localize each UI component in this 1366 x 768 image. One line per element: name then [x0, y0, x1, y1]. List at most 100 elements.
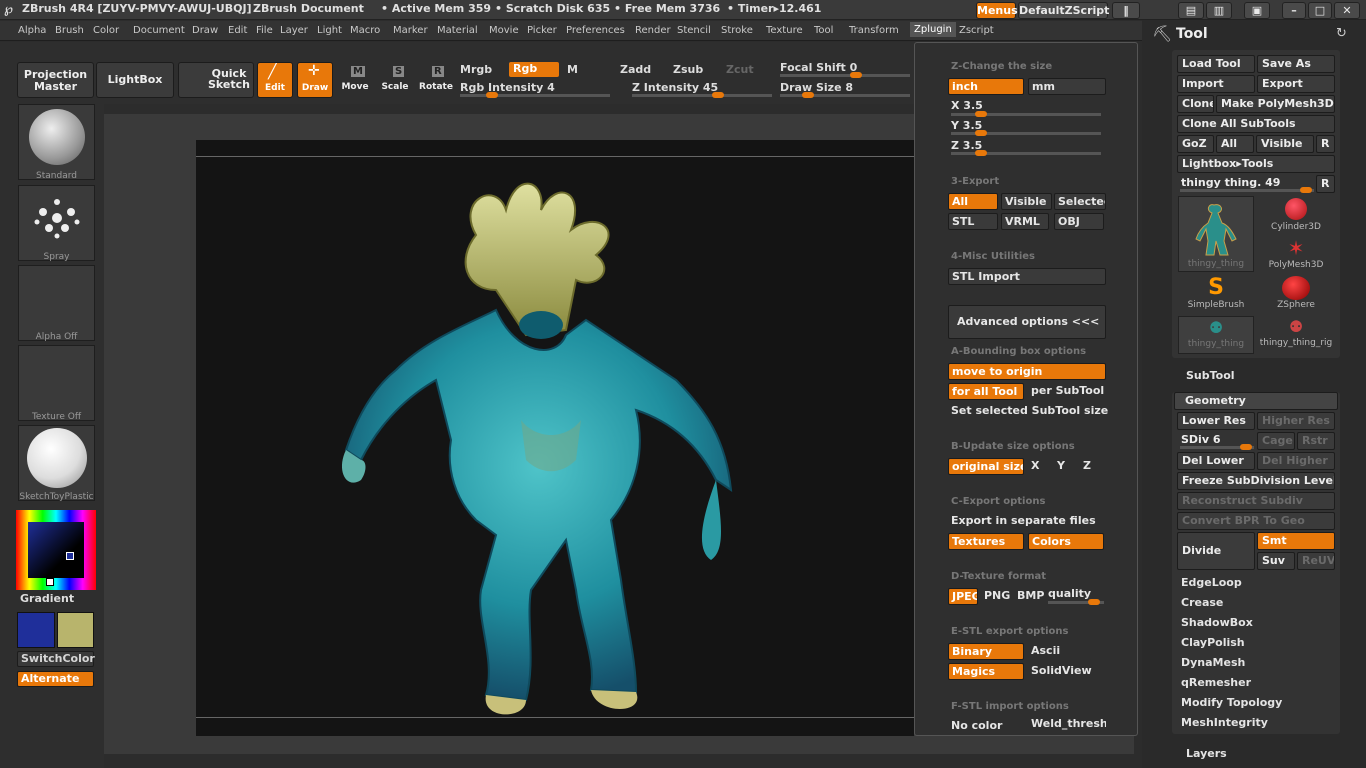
smt-button[interactable]: Smt — [1257, 532, 1335, 550]
meshintegrity-item[interactable]: MeshIntegrity — [1181, 716, 1268, 729]
tool-thumb-thingy-2[interactable]: ⚉ thingy_thing — [1178, 316, 1254, 354]
menu-draw[interactable]: Draw — [192, 25, 218, 36]
no-color-button[interactable]: No color — [948, 718, 1024, 735]
menu-texture[interactable]: Texture — [766, 25, 803, 36]
update-z-button[interactable]: Z — [1080, 458, 1104, 475]
freeze-subdivision-button[interactable]: Freeze SubDivision Levels — [1177, 472, 1335, 490]
projection-master-button[interactable]: Projection Master — [17, 62, 94, 98]
menu-material[interactable]: Material — [437, 25, 478, 36]
alternate-button[interactable]: Alternate — [17, 671, 94, 687]
move-to-origin-button[interactable]: move to origin — [948, 363, 1106, 380]
stl-import-button[interactable]: STL Import — [948, 268, 1106, 285]
menus-button[interactable]: Menus — [976, 2, 1018, 19]
modify-topology-item[interactable]: Modify Topology — [1181, 696, 1282, 709]
export-separate-files-button[interactable]: Export in separate files — [948, 513, 1106, 530]
weld-threshold-slider[interactable]: Weld_threshold — [1028, 716, 1106, 733]
obj-button[interactable]: OBJ — [1054, 213, 1104, 230]
claypolish-item[interactable]: ClayPolish — [1181, 636, 1245, 649]
quality-slider-track[interactable] — [1048, 599, 1104, 605]
qremesher-item[interactable]: qRemesher — [1181, 676, 1251, 689]
export-button[interactable]: Export — [1257, 75, 1335, 93]
colors-button[interactable]: Colors — [1028, 533, 1104, 550]
mrgb-button[interactable]: Mrgb — [460, 63, 492, 76]
sdiv-slider-track[interactable] — [1180, 444, 1254, 450]
menu-zscript[interactable]: Zscript — [959, 25, 994, 36]
menu-macro[interactable]: Macro — [350, 25, 380, 36]
make-polymesh-button[interactable]: Make PolyMesh3D — [1216, 95, 1335, 113]
document-canvas[interactable] — [196, 140, 914, 736]
menu-light[interactable]: Light — [317, 25, 342, 36]
tool-thumb-thingy[interactable]: thingy_thing — [1178, 196, 1254, 272]
quick-sketch-button[interactable]: Quick Sketch — [178, 62, 254, 98]
goz-button[interactable]: GoZ — [1177, 135, 1214, 153]
mm-button[interactable]: mm — [1028, 78, 1106, 95]
menu-alpha[interactable]: Alpha — [18, 25, 46, 36]
tool-thumb-zsphere[interactable]: ZSphere — [1258, 276, 1334, 316]
default-zscript-button[interactable]: DefaultZScript — [1018, 2, 1109, 19]
export-all-button[interactable]: All — [948, 193, 998, 210]
geometry-header[interactable]: Geometry — [1174, 392, 1338, 410]
menu-marker[interactable]: Marker — [393, 25, 428, 36]
advanced-options-button[interactable]: Advanced options <<< — [948, 305, 1106, 339]
z-slider-track[interactable] — [951, 150, 1101, 156]
gradient-label[interactable]: Gradient — [20, 592, 74, 605]
menu-document[interactable]: Document — [133, 25, 185, 36]
clone-all-subtools-button[interactable]: Clone All SubTools — [1177, 115, 1335, 133]
crease-item[interactable]: Crease — [1181, 596, 1223, 609]
brush-standard-tile[interactable]: Standard — [18, 104, 95, 181]
magics-button[interactable]: Magics — [948, 663, 1024, 680]
save-as-button[interactable]: Save As — [1257, 55, 1335, 73]
zsub-button[interactable]: Zsub — [673, 63, 703, 76]
layers-header[interactable]: Layers — [1186, 747, 1227, 760]
vrml-button[interactable]: VRML — [1001, 213, 1049, 230]
menu-stencil[interactable]: Stencil — [677, 25, 711, 36]
rgb-button[interactable]: Rgb — [509, 62, 559, 77]
menu-layer[interactable]: Layer — [280, 25, 308, 36]
menu-brush[interactable]: Brush — [55, 25, 84, 36]
current-tool-slider-track[interactable] — [1180, 187, 1314, 193]
menu-zplugin[interactable]: Zplugin — [910, 22, 956, 37]
convert-bpr-button[interactable]: Convert BPR To Geo — [1177, 512, 1335, 530]
menu-render[interactable]: Render — [635, 25, 671, 36]
higher-res-button[interactable]: Higher Res — [1257, 412, 1335, 430]
bmp-button[interactable]: BMP — [1014, 588, 1044, 605]
divide-button[interactable]: Divide — [1177, 532, 1255, 570]
original-size-button[interactable]: original size — [948, 458, 1024, 475]
solidview-button[interactable]: SolidView — [1028, 663, 1104, 680]
goz-visible-button[interactable]: Visible — [1256, 135, 1314, 153]
goz-r-button[interactable]: R — [1316, 135, 1335, 153]
cage-button[interactable]: Cage — [1257, 432, 1295, 450]
menu-transform[interactable]: Transform — [849, 25, 899, 36]
inch-button[interactable]: inch — [948, 78, 1024, 95]
stroke-spray-tile[interactable]: Spray — [18, 185, 95, 262]
lower-res-button[interactable]: Lower Res — [1177, 412, 1255, 430]
reuv-button[interactable]: ReUV — [1297, 552, 1335, 570]
clone-button[interactable]: Clone — [1177, 95, 1214, 113]
minimize-icon[interactable]: – — [1282, 2, 1306, 19]
rstr-button[interactable]: Rstr — [1297, 432, 1335, 450]
maximize-icon[interactable]: □ — [1308, 2, 1332, 19]
reconstruct-subdiv-button[interactable]: Reconstruct Subdiv — [1177, 492, 1335, 510]
z-intensity-slider[interactable] — [632, 92, 772, 98]
for-all-tool-button[interactable]: for all Tool — [948, 383, 1024, 400]
textures-button[interactable]: Textures — [948, 533, 1024, 550]
rgb-intensity-slider[interactable] — [460, 92, 610, 98]
lock-icon[interactable]: ▣ — [1244, 2, 1270, 19]
refresh-icon[interactable]: ↻ — [1336, 26, 1347, 41]
subtool-header[interactable]: SubTool — [1186, 369, 1235, 382]
binary-button[interactable]: Binary — [948, 643, 1024, 660]
draw-size-slider[interactable] — [780, 92, 910, 98]
del-lower-button[interactable]: Del Lower — [1177, 452, 1255, 470]
zadd-button[interactable]: Zadd — [620, 63, 651, 76]
per-subtool-button[interactable]: per SubTool — [1028, 383, 1106, 400]
menu-edit[interactable]: Edit — [228, 25, 247, 36]
edgeloop-item[interactable]: EdgeLoop — [1181, 576, 1242, 589]
set-selected-subtool-size-button[interactable]: Set selected SubTool size — [948, 403, 1108, 420]
layout-left-icon[interactable]: ▤ — [1178, 2, 1204, 19]
color-picker[interactable] — [16, 510, 96, 590]
shadowbox-item[interactable]: ShadowBox — [1181, 616, 1253, 629]
menu-movie[interactable]: Movie — [489, 25, 519, 36]
goz-all-button[interactable]: All — [1216, 135, 1254, 153]
tool-thumb-cylinder3d[interactable]: Cylinder3D — [1258, 196, 1334, 236]
suv-button[interactable]: Suv — [1257, 552, 1295, 570]
